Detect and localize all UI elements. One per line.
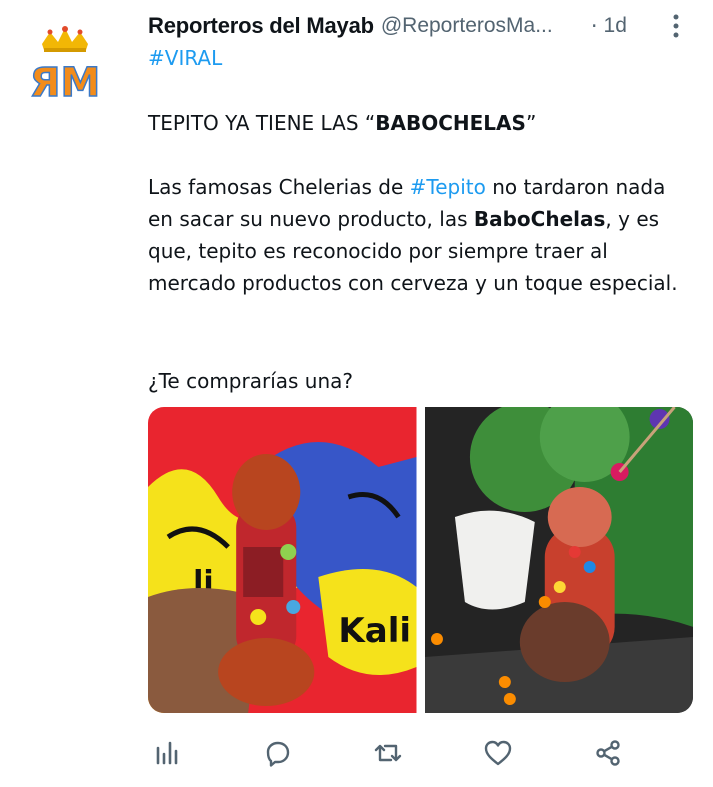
avatar[interactable]: ЯM bbox=[29, 26, 101, 107]
share-icon bbox=[596, 740, 620, 766]
like-button[interactable] bbox=[478, 733, 518, 773]
photo-2[interactable] bbox=[424, 407, 693, 713]
more-options-icon[interactable] bbox=[664, 12, 688, 40]
author-handle[interactable]: @ReporterosMa... bbox=[381, 14, 577, 38]
share-button[interactable] bbox=[588, 733, 628, 773]
ym-crown-logo-icon: ЯM bbox=[29, 26, 101, 107]
views-icon bbox=[156, 741, 178, 765]
avatar-letters: ЯM bbox=[30, 60, 100, 104]
author-name[interactable]: Reporteros del Mayab bbox=[148, 13, 374, 39]
tweet-header: Reporteros del Mayab @ReporterosMa... · … bbox=[148, 10, 688, 42]
like-icon bbox=[484, 740, 512, 766]
tweet-paragraph: Las famosas Chelerias de #Tepito no tard… bbox=[148, 171, 693, 299]
reply-button[interactable] bbox=[258, 733, 298, 773]
tweet-title: TEPITO YA TIENE LAS “BABOCHELAS” bbox=[148, 107, 693, 139]
title-prefix: TEPITO YA TIENE LAS “ bbox=[148, 111, 376, 135]
retweet-button[interactable] bbox=[368, 733, 408, 773]
sign-text-kali: Kali bbox=[338, 611, 411, 651]
photo-1[interactable]: li Kali bbox=[148, 407, 417, 713]
tweet-question: ¿Te comprarías una? bbox=[148, 369, 354, 393]
retweet-icon bbox=[374, 744, 402, 762]
media-grid: li Kali bbox=[148, 407, 693, 713]
para-bold: BaboChelas bbox=[473, 207, 606, 231]
title-bold: BABOCHELAS bbox=[375, 111, 526, 135]
hashtag-tepito-link[interactable]: #Tepito bbox=[410, 175, 486, 199]
separator-dot: · bbox=[590, 14, 598, 38]
title-suffix: ” bbox=[525, 111, 537, 135]
para-text-1: Las famosas Chelerias de bbox=[148, 175, 410, 199]
hashtag-viral-link[interactable]: #VIRAL bbox=[148, 46, 222, 70]
views-button[interactable] bbox=[148, 733, 188, 773]
hashtag-viral-line: #VIRAL bbox=[148, 42, 693, 74]
reply-icon bbox=[266, 741, 290, 767]
tweet-actions bbox=[148, 732, 688, 774]
timestamp[interactable]: 1d bbox=[604, 14, 627, 38]
